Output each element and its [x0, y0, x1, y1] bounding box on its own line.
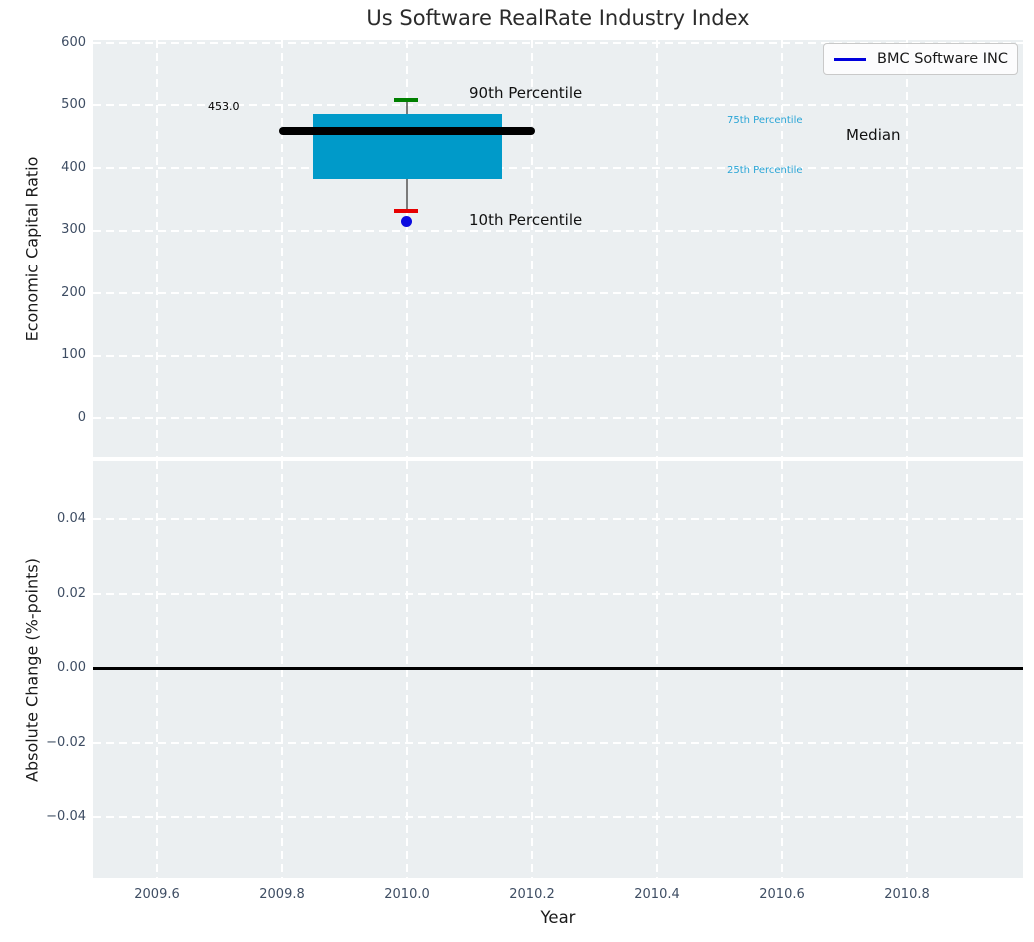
- median-value-annotation: 453.0: [208, 100, 240, 113]
- p90-annotation: 90th Percentile: [469, 84, 583, 102]
- gridline-vertical: [656, 40, 658, 457]
- gridline-horizontal: [93, 816, 1023, 818]
- p10-annotation: 10th Percentile: [469, 211, 583, 229]
- figure: Us Software RealRate Industry Index 453.…: [0, 0, 1034, 942]
- x-tick: 2009.8: [259, 887, 305, 902]
- gridline-horizontal: [93, 292, 1023, 294]
- y-tick-bottom: −0.02: [46, 735, 86, 750]
- y-tick-bottom: 0.02: [57, 586, 86, 601]
- p10-cap: [394, 209, 418, 213]
- gridline-vertical: [531, 40, 533, 457]
- bottom-y-axis-label: Absolute Change (%-points): [22, 558, 42, 782]
- gridline-vertical: [281, 40, 283, 457]
- x-tick: 2010.4: [634, 887, 680, 902]
- y-tick-top: 0: [77, 410, 86, 425]
- gridline-vertical: [781, 40, 783, 457]
- legend-label: BMC Software INC: [877, 51, 1008, 67]
- x-tick: 2010.2: [509, 887, 555, 902]
- legend-line-sample-icon: [834, 57, 866, 61]
- y-tick-top: 200: [61, 285, 86, 300]
- iqr-box: [313, 114, 502, 179]
- gridline-horizontal: [93, 742, 1023, 744]
- company-data-point: [401, 216, 412, 227]
- gridline-horizontal: [93, 518, 1023, 520]
- gridline-horizontal: [93, 167, 1023, 169]
- p75-annotation: 75th Percentile: [727, 115, 803, 126]
- y-tick-top: 300: [61, 222, 86, 237]
- gridline-horizontal: [93, 355, 1023, 357]
- bottom-plot-area: [93, 461, 1023, 878]
- x-tick: 2010.0: [384, 887, 430, 902]
- p90-cap: [394, 98, 418, 102]
- x-axis-label: Year: [540, 908, 576, 927]
- y-tick-bottom: 0.04: [57, 511, 86, 526]
- gridline-horizontal: [93, 593, 1023, 595]
- median-annotation: Median: [846, 126, 901, 144]
- top-plot-area: 453.0 90th Percentile 10th Percentile 75…: [93, 40, 1023, 457]
- zero-line: [93, 667, 1023, 670]
- median-line: [279, 127, 535, 135]
- y-tick-top: 500: [61, 97, 86, 112]
- p25-annotation: 25th Percentile: [727, 165, 803, 176]
- x-tick: 2010.6: [759, 887, 805, 902]
- y-tick-bottom: 0.00: [57, 660, 86, 675]
- gridline-vertical: [156, 40, 158, 457]
- gridline-vertical: [906, 40, 908, 457]
- top-y-axis-label: Economic Capital Ratio: [22, 156, 42, 342]
- y-tick-bottom: −0.04: [46, 809, 86, 824]
- gridline-horizontal: [93, 230, 1023, 232]
- x-tick: 2009.6: [134, 887, 180, 902]
- legend: BMC Software INC: [823, 43, 1018, 75]
- gridline-horizontal: [93, 417, 1023, 419]
- chart-title: Us Software RealRate Industry Index: [366, 6, 750, 30]
- y-tick-top: 400: [61, 160, 86, 175]
- y-tick-top: 100: [61, 347, 86, 362]
- x-tick: 2010.8: [884, 887, 930, 902]
- y-tick-top: 600: [61, 35, 86, 50]
